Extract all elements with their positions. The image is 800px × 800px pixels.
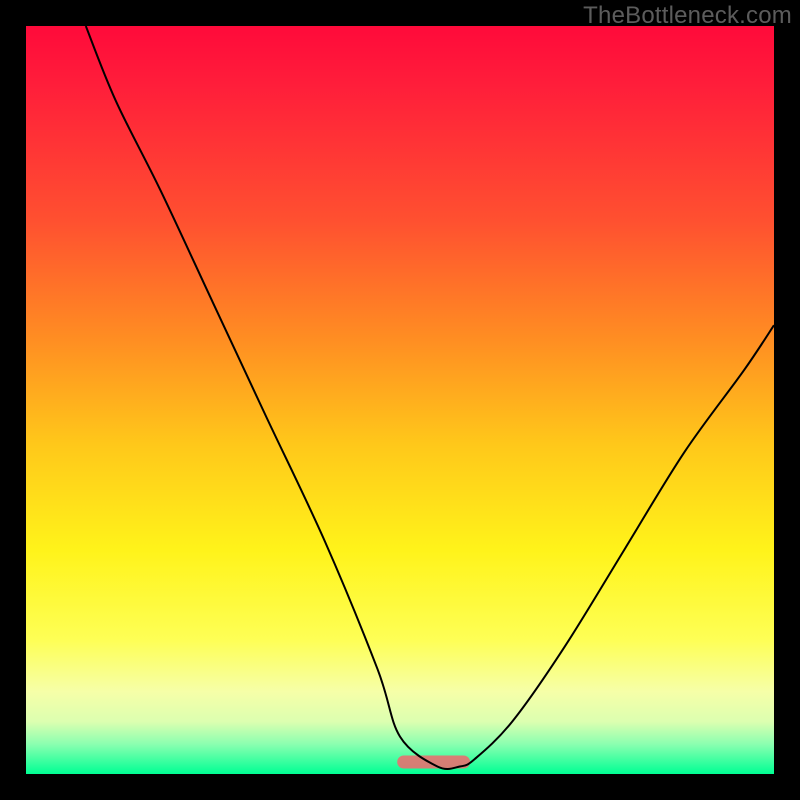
chart-svg: [26, 26, 774, 774]
chart-frame: TheBottleneck.com: [0, 0, 800, 800]
watermark-text: TheBottleneck.com: [583, 2, 792, 30]
plot-area: [26, 26, 774, 774]
bottleneck-curve-line: [86, 26, 774, 769]
